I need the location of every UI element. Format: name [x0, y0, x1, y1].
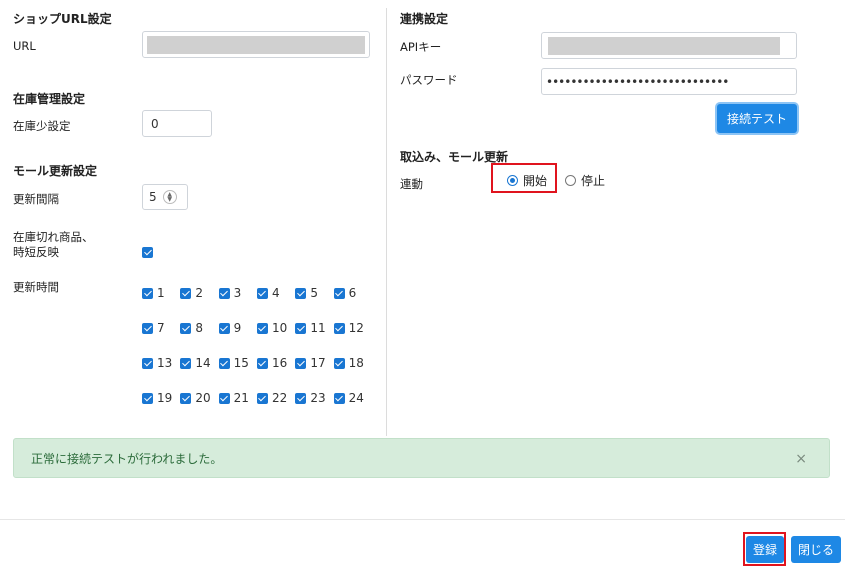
url-input[interactable]	[142, 31, 370, 58]
password-input[interactable]: ••••••••••••••••••••••••••••••	[541, 68, 797, 95]
out-of-stock-label-line2: 時短反映	[13, 245, 59, 259]
hour-checkbox-22[interactable]: 22	[256, 391, 295, 405]
checkbox-icon	[142, 357, 153, 369]
interval-label: 更新間隔	[13, 192, 59, 206]
alert-message: 正常に接続テストが行われました。	[31, 451, 223, 466]
register-button-highlight	[743, 532, 786, 566]
checkbox-icon	[333, 287, 345, 299]
hour-checkbox-17[interactable]: 17	[295, 356, 333, 370]
checkbox-icon	[295, 357, 307, 369]
hour-checkbox-13[interactable]: 13	[142, 356, 180, 370]
password-mask: ••••••••••••••••••••••••••••••	[546, 74, 729, 89]
hour-checkbox-10[interactable]: 10	[256, 321, 295, 335]
url-label: URL	[13, 39, 36, 53]
checkbox-icon	[295, 392, 307, 404]
hours-grid: 1 2 3 4 5 6 7 8 9 10 11 12 13 14 15 16 1…	[142, 286, 372, 426]
api-key-input[interactable]	[541, 32, 797, 59]
checkbox-icon	[256, 287, 268, 299]
hour-checkbox-11[interactable]: 11	[295, 321, 333, 335]
link-label: 連動	[400, 177, 423, 191]
hour-checkbox-7[interactable]: 7	[142, 321, 180, 335]
checkbox-icon	[218, 392, 230, 404]
hour-checkbox-14[interactable]: 14	[180, 356, 218, 370]
checkbox-icon	[218, 322, 230, 334]
out-of-stock-checkbox[interactable]	[142, 247, 153, 258]
checkbox-icon	[180, 357, 192, 369]
checkbox-icon	[142, 287, 153, 299]
checkbox-icon	[295, 287, 307, 299]
stock-low-input[interactable]: 0	[142, 110, 212, 137]
checkbox-icon	[256, 392, 268, 404]
stock-low-label: 在庫少設定	[13, 119, 71, 133]
stock-section-title: 在庫管理設定	[13, 92, 86, 106]
hour-checkbox-19[interactable]: 19	[142, 391, 180, 405]
shop-url-section-title: ショップURL設定	[13, 12, 112, 26]
checkbox-icon	[180, 392, 192, 404]
stepper-arrows-icon[interactable]: ▲ ▼	[162, 190, 177, 204]
hour-checkbox-18[interactable]: 18	[333, 356, 372, 370]
url-masked-value	[147, 35, 365, 54]
hour-checkbox-3[interactable]: 3	[218, 286, 257, 300]
stop-radio[interactable]: 停止	[565, 172, 605, 189]
hour-checkbox-21[interactable]: 21	[218, 391, 257, 405]
hour-checkbox-15[interactable]: 15	[218, 356, 257, 370]
checkbox-icon	[142, 392, 153, 404]
hours-row: 13 14 15 16 17 18	[142, 356, 372, 391]
hour-checkbox-2[interactable]: 2	[180, 286, 218, 300]
connection-test-button[interactable]: 接続テスト	[717, 104, 797, 133]
checkbox-icon	[256, 322, 268, 334]
hour-checkbox-1[interactable]: 1	[142, 286, 180, 300]
close-button[interactable]: 閉じる	[791, 536, 841, 563]
checkbox-icon	[333, 357, 345, 369]
hour-checkbox-16[interactable]: 16	[256, 356, 295, 370]
out-of-stock-label-line1: 在庫切れ商品、	[13, 230, 94, 244]
hours-row: 7 8 9 10 11 12	[142, 321, 372, 356]
hour-checkbox-6[interactable]: 6	[333, 286, 372, 300]
stock-low-value: 0	[151, 116, 159, 131]
footer-divider	[0, 519, 845, 520]
hour-checkbox-12[interactable]: 12	[333, 321, 372, 335]
hours-label: 更新時間	[13, 280, 59, 294]
hour-checkbox-4[interactable]: 4	[256, 286, 295, 300]
start-radio-highlight	[491, 163, 557, 193]
hour-checkbox-8[interactable]: 8	[180, 321, 218, 335]
hour-checkbox-23[interactable]: 23	[295, 391, 333, 405]
close-icon[interactable]: ×	[795, 451, 807, 467]
checkbox-icon	[218, 357, 230, 369]
column-divider	[386, 8, 387, 436]
api-key-label: APIキー	[400, 40, 442, 54]
hour-checkbox-20[interactable]: 20	[180, 391, 218, 405]
checkbox-icon	[295, 322, 307, 334]
interval-stepper[interactable]: 5 ▲ ▼	[142, 184, 188, 210]
hours-row: 1 2 3 4 5 6	[142, 286, 372, 321]
success-alert: 正常に接続テストが行われました。 ×	[13, 438, 830, 478]
interval-value: 5	[149, 190, 157, 204]
checkbox-icon	[142, 322, 153, 334]
hour-checkbox-5[interactable]: 5	[295, 286, 333, 300]
mall-section-title: モール更新設定	[13, 164, 98, 178]
hour-checkbox-24[interactable]: 24	[333, 391, 372, 405]
hour-checkbox-9[interactable]: 9	[218, 321, 257, 335]
radio-unselected-icon	[565, 175, 576, 186]
checkbox-icon	[180, 322, 192, 334]
password-label: パスワード	[400, 73, 458, 87]
checkbox-icon	[218, 287, 230, 299]
checkbox-icon	[333, 392, 345, 404]
checkbox-icon	[333, 322, 345, 334]
hours-row: 19 20 21 22 23 24	[142, 391, 372, 426]
api-key-masked-value	[548, 36, 780, 55]
checkbox-icon	[256, 357, 268, 369]
integration-section-title: 連携設定	[400, 12, 449, 26]
checkbox-icon	[180, 287, 192, 299]
